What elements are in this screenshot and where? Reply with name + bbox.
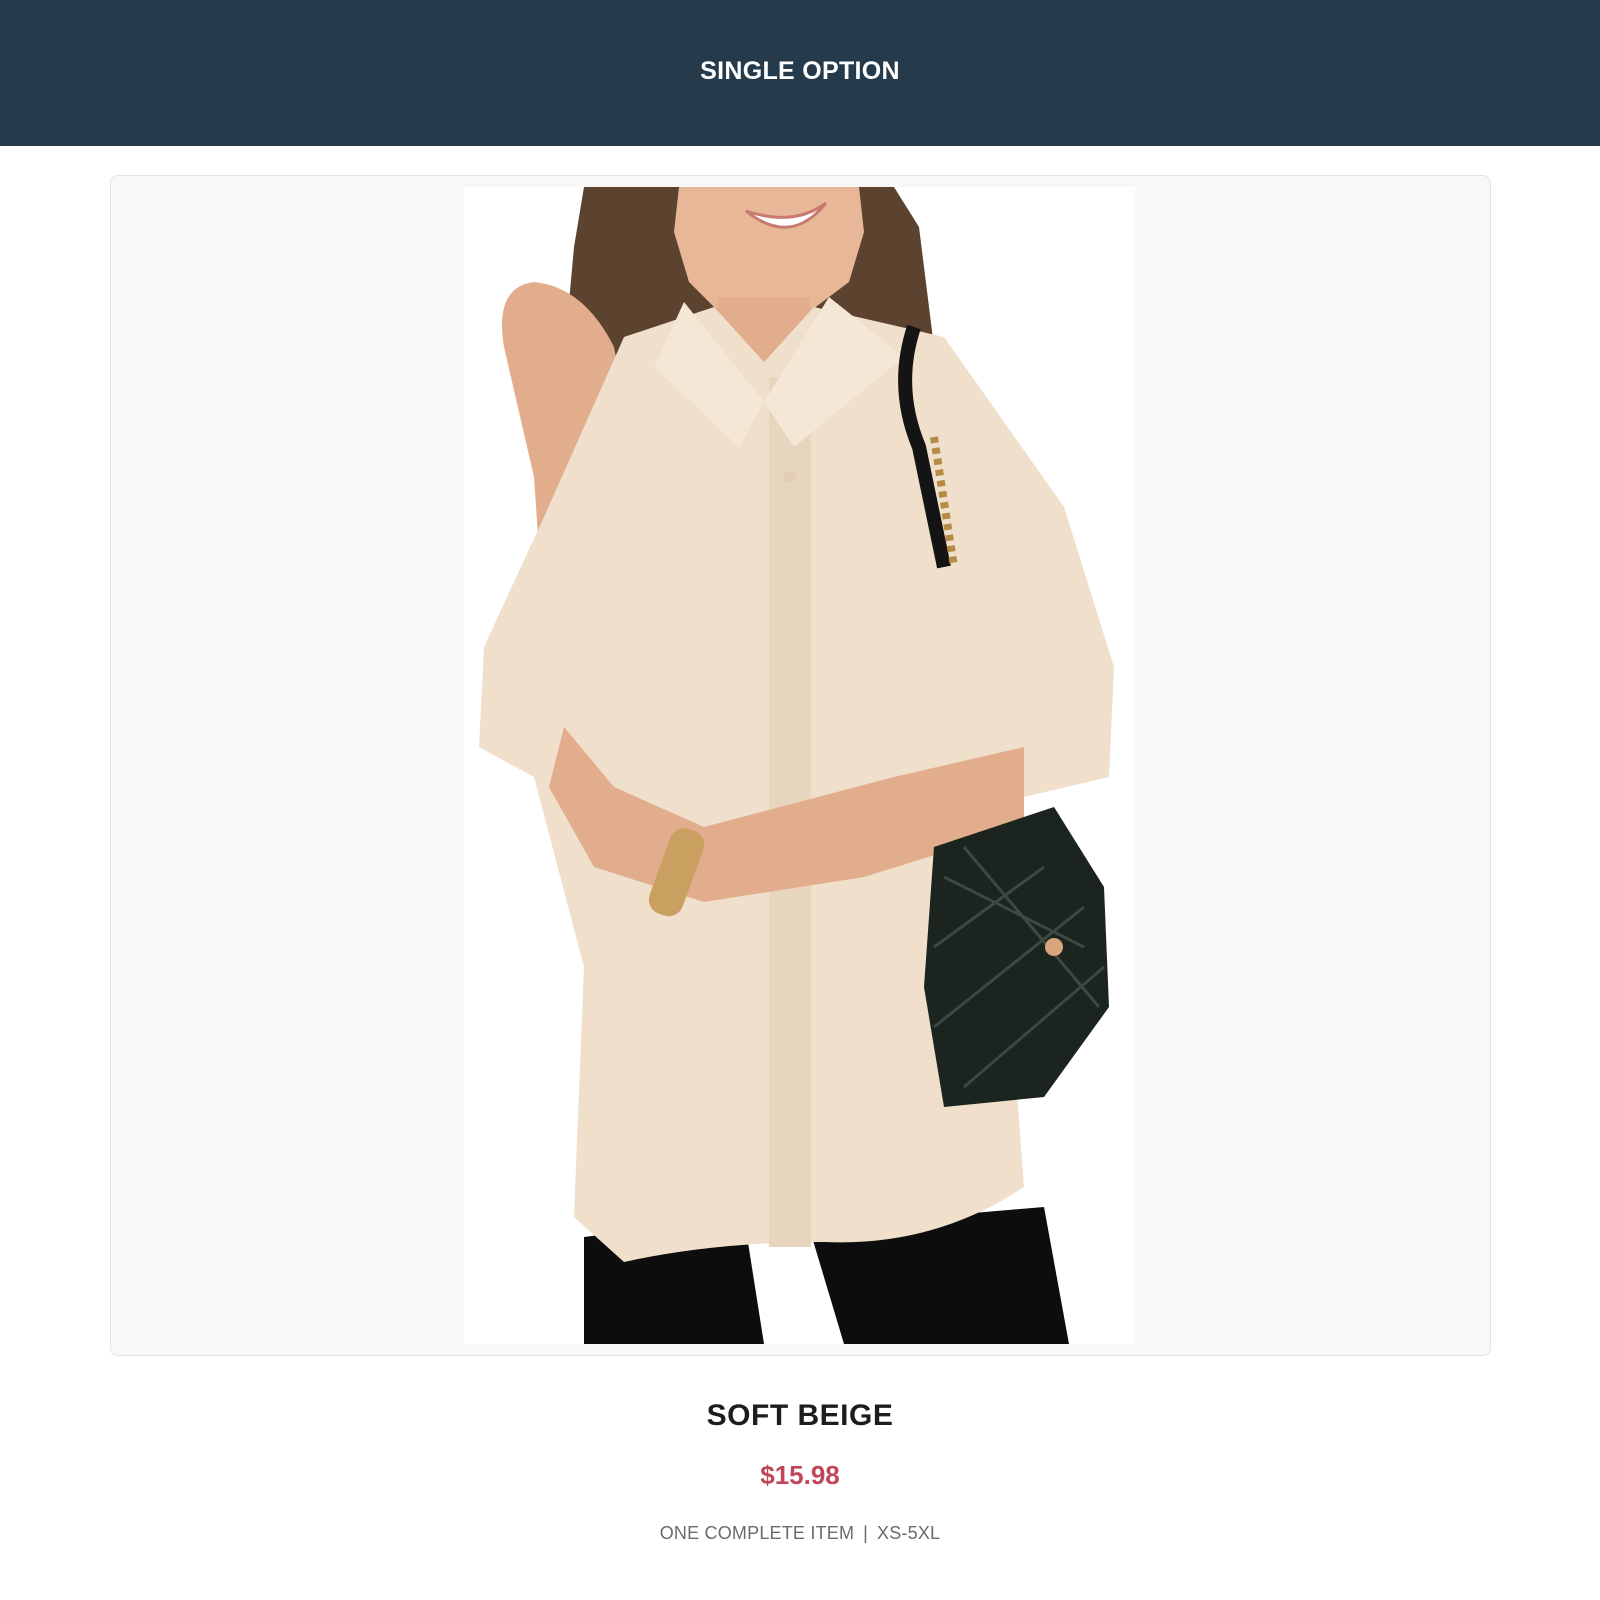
product-image-card[interactable] (110, 175, 1491, 1356)
product-photo[interactable] (464, 187, 1135, 1344)
product-meta: ONE COMPLETE ITEM | XS-5XL (0, 1523, 1600, 1544)
product-item-count: ONE COMPLETE ITEM (659, 1523, 855, 1543)
product-photo-illustration (464, 187, 1135, 1344)
product-name: SOFT BEIGE (706, 1399, 894, 1432)
page-header: SINGLE OPTION (0, 0, 1600, 146)
product-size-range: XS-5XL (877, 1523, 941, 1543)
product-price: $15.98 (760, 1460, 840, 1490)
meta-separator: | (863, 1523, 869, 1543)
header-title: SINGLE OPTION (700, 56, 900, 85)
